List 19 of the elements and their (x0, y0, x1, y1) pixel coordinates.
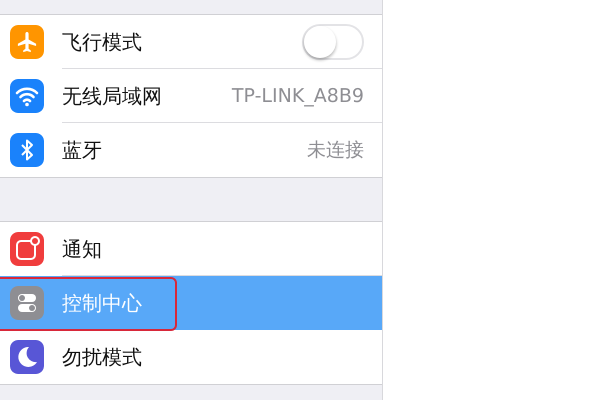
settings-row[interactable]: 飞行模式 (0, 15, 382, 69)
row-value: 未连接 (307, 138, 364, 163)
settings-row[interactable]: 无线局域网 TP-LINK_A8B9 (0, 69, 382, 123)
bluetooth-icon (10, 133, 44, 167)
settings-row[interactable]: 蓝牙 未连接 (0, 123, 382, 177)
toggle-switch[interactable] (302, 24, 364, 60)
row-value: TP-LINK_A8B9 (232, 85, 364, 107)
airplane-icon (10, 25, 44, 59)
row-label: 飞行模式 (62, 28, 143, 56)
moon-icon (10, 340, 44, 374)
row-label: 控制中心 (62, 290, 143, 316)
switches-icon (10, 286, 44, 320)
row-label: 勿扰模式 (62, 344, 143, 370)
settings-row[interactable]: 勿扰模式 (0, 330, 382, 384)
row-label: 无线局域网 (62, 82, 163, 110)
row-label: 通知 (62, 236, 103, 262)
notification-icon (10, 232, 44, 266)
wifi-icon (10, 79, 44, 113)
row-label: 蓝牙 (62, 136, 103, 164)
